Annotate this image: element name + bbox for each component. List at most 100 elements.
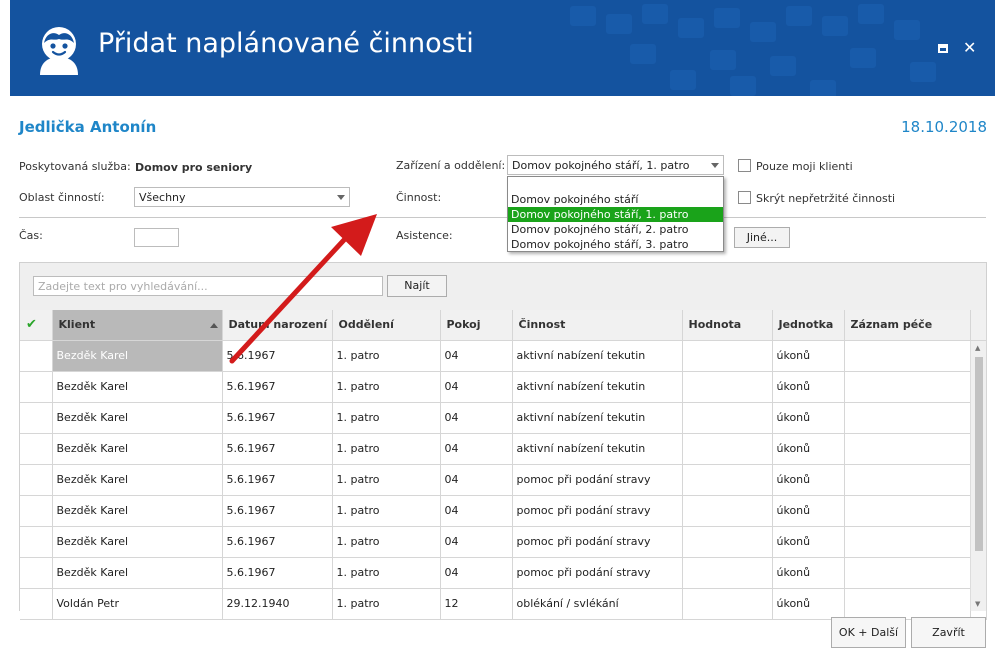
ok-next-button[interactable]: OK + Další [831,617,906,648]
table-row[interactable]: Bezděk Karel 5.6.1967 1. patro 04 aktivn… [20,402,987,434]
row-selector[interactable] [20,588,53,620]
cell-unit: úkonů [772,464,845,496]
cell-client: Bezděk Karel [52,526,223,558]
cell-room: 04 [440,433,513,465]
grid-panel: Zadejte text pro vyhledávání... Najít ✔ … [19,262,987,620]
cell-department: 1. patro [332,340,441,372]
cell-department: 1. patro [332,402,441,434]
table-row[interactable]: Bezděk Karel 5.6.1967 1. patro 04 pomoc … [20,557,987,589]
column-header-client[interactable]: Klient [52,310,223,341]
cell-department: 1. patro [332,433,441,465]
table-row[interactable]: Bezděk Karel 5.6.1967 1. patro 04 aktivn… [20,371,987,403]
window-title: Přidat naplánované činnosti [98,28,474,59]
area-select-value: Všechny [139,191,186,204]
hide-continuous-checkbox[interactable] [738,191,751,204]
row-selector[interactable] [20,464,53,496]
only-my-clients-label: Pouze moji klienti [756,160,853,173]
area-select[interactable]: Všechny [134,187,350,207]
cell-birthdate: 5.6.1967 [222,340,333,372]
row-selector[interactable] [20,433,53,465]
cell-activity: aktivní nabízení tekutin [512,340,683,372]
activities-table: ✔ Klient Datum narození Oddělení Pokoj Č… [20,310,987,620]
table-row[interactable]: Bezděk Karel 5.6.1967 1. patro 04 aktivn… [20,340,987,372]
close-button[interactable]: Zavřít [911,617,986,648]
cell-value[interactable] [682,464,773,496]
column-header-care-record[interactable]: Záznam péče [844,310,971,341]
row-selector[interactable] [20,340,53,372]
row-selector[interactable] [20,526,53,558]
cell-care-record[interactable] [844,588,971,620]
cell-birthdate: 5.6.1967 [222,526,333,558]
dropdown-option[interactable]: Domov pokojného stáří, 3. patro [508,237,723,252]
dropdown-option[interactable]: Domov pokojného stáří, 2. patro [508,222,723,237]
cell-birthdate: 5.6.1967 [222,495,333,527]
time-input[interactable] [134,228,179,247]
area-label: Oblast činností: [19,191,105,204]
divider [19,217,986,218]
cell-unit: úkonů [772,402,845,434]
activity-label: Činnost: [396,191,442,204]
facility-dropdown-list[interactable]: Domov pokojného stáří Domov pokojného st… [507,176,724,252]
column-header-value[interactable]: Hodnota [682,310,773,341]
table-header-row: ✔ Klient Datum narození Oddělení Pokoj Č… [20,310,987,341]
row-selector[interactable] [20,557,53,589]
cell-value[interactable] [682,557,773,589]
search-button[interactable]: Najít [387,275,447,297]
cell-care-record[interactable] [844,371,971,403]
column-header-department[interactable]: Oddělení [332,310,441,341]
table-row[interactable]: Voldán Petr 29.12.1940 1. patro 12 oblék… [20,588,987,620]
table-row[interactable]: Bezděk Karel 5.6.1967 1. patro 04 pomoc … [20,526,987,558]
column-header-birthdate[interactable]: Datum narození [222,310,333,341]
table-row[interactable]: Bezděk Karel 5.6.1967 1. patro 04 pomoc … [20,464,987,496]
cell-value[interactable] [682,526,773,558]
cell-care-record[interactable] [844,464,971,496]
cell-unit: úkonů [772,557,845,589]
column-header-room[interactable]: Pokoj [440,310,513,341]
column-header-activity[interactable]: Činnost [512,310,683,341]
other-button[interactable]: Jiné... [734,227,790,248]
close-icon[interactable]: ✕ [963,38,976,57]
cell-activity: aktivní nabízení tekutin [512,433,683,465]
scroll-up-icon[interactable]: ▲ [975,344,980,352]
cell-client: Bezděk Karel [52,433,223,465]
cell-care-record[interactable] [844,402,971,434]
cell-unit: úkonů [772,588,845,620]
cell-value[interactable] [682,433,773,465]
row-selector[interactable] [20,402,53,434]
cell-care-record[interactable] [844,340,971,372]
scroll-down-icon[interactable]: ▼ [975,600,980,608]
vertical-scrollbar[interactable]: ▲ ▼ [970,341,986,611]
cell-care-record[interactable] [844,526,971,558]
cell-care-record[interactable] [844,433,971,465]
cell-value[interactable] [682,340,773,372]
cell-care-record[interactable] [844,495,971,527]
table-row[interactable]: Bezděk Karel 5.6.1967 1. patro 04 aktivn… [20,433,987,465]
cell-care-record[interactable] [844,557,971,589]
cell-department: 1. patro [332,526,441,558]
assistance-label: Asistence: [396,229,453,242]
dropdown-option-selected[interactable]: Domov pokojného stáří, 1. patro [508,207,723,222]
service-label: Poskytovaná služba: [19,160,131,173]
cell-value[interactable] [682,495,773,527]
cell-room: 12 [440,588,513,620]
column-header-unit[interactable]: Jednotka [772,310,845,341]
row-selector[interactable] [20,371,53,403]
cell-department: 1. patro [332,371,441,403]
cell-activity: aktivní nabízení tekutin [512,371,683,403]
scroll-thumb[interactable] [975,357,983,551]
table-row[interactable]: Bezděk Karel 5.6.1967 1. patro 04 pomoc … [20,495,987,527]
dropdown-option[interactable]: Domov pokojného stáří [508,192,723,207]
select-all-column[interactable]: ✔ [20,310,53,341]
maximize-icon[interactable] [938,44,948,53]
cell-value[interactable] [682,588,773,620]
cell-room: 04 [440,557,513,589]
cell-value[interactable] [682,371,773,403]
search-input[interactable]: Zadejte text pro vyhledávání... [33,276,383,296]
cell-room: 04 [440,526,513,558]
cell-room: 04 [440,402,513,434]
row-selector[interactable] [20,495,53,527]
only-my-clients-checkbox[interactable] [738,159,751,172]
cell-activity: oblékání / svlékání [512,588,683,620]
cell-value[interactable] [682,402,773,434]
facility-select[interactable]: Domov pokojného stáří, 1. patro [507,155,724,175]
